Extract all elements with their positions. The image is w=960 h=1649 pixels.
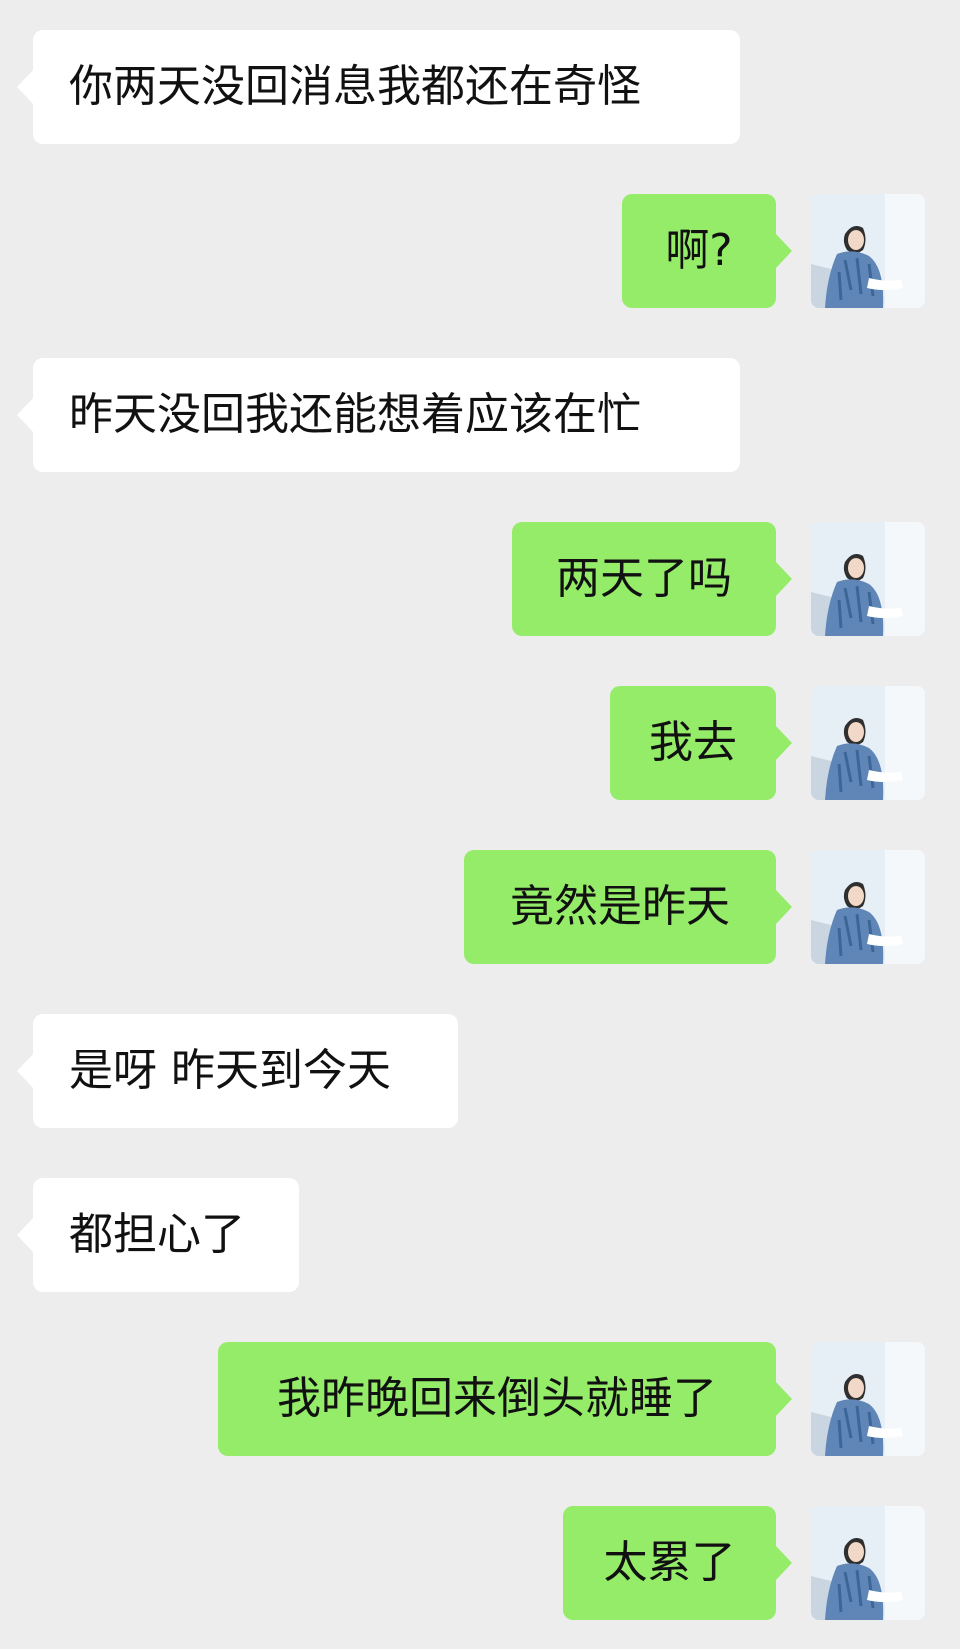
avatar[interactable] <box>811 686 925 800</box>
outgoing-message-bubble[interactable]: 我去 <box>610 686 792 800</box>
message-text: 是呀 昨天到今天 <box>69 1045 391 1096</box>
user-avatar-icon <box>811 1342 925 1456</box>
bubble-tail <box>775 1381 792 1417</box>
message-text: 我昨晚回来倒头就睡了 <box>277 1373 717 1424</box>
bubble-tail <box>17 397 34 433</box>
incoming-message-bubble[interactable]: 昨天没回我还能想着应该在忙 <box>17 358 740 472</box>
bubble-tail <box>17 69 34 105</box>
outgoing-message-bubble[interactable]: 我昨晚回来倒头就睡了 <box>218 1342 792 1456</box>
bubble-tail <box>17 1217 34 1253</box>
user-avatar-icon <box>811 850 925 964</box>
outgoing-message-bubble[interactable]: 两天了吗 <box>512 522 792 636</box>
user-avatar-icon <box>811 686 925 800</box>
message-text: 我去 <box>649 717 737 768</box>
bubble-tail <box>775 889 792 925</box>
user-avatar-icon <box>811 522 925 636</box>
avatar[interactable] <box>811 522 925 636</box>
avatar[interactable] <box>811 1342 925 1456</box>
user-avatar-icon <box>811 194 925 308</box>
chat-message-list[interactable]: 你两天没回消息我都还在奇怪 啊? 昨天没回我还能想着应该在忙 两天了吗 我去 竟… <box>0 0 960 1649</box>
bubble-tail <box>775 1545 792 1581</box>
outgoing-message-bubble[interactable]: 太累了 <box>563 1506 792 1620</box>
user-avatar-icon <box>811 1506 925 1620</box>
bubble-tail <box>775 561 792 597</box>
message-text: 昨天没回我还能想着应该在忙 <box>69 389 641 440</box>
incoming-message-bubble[interactable]: 是呀 昨天到今天 <box>17 1014 458 1128</box>
bubble-tail <box>17 1053 34 1089</box>
outgoing-message-bubble[interactable]: 竟然是昨天 <box>464 850 792 964</box>
message-text: 你两天没回消息我都还在奇怪 <box>69 61 641 112</box>
message-text: 啊? <box>665 225 733 276</box>
incoming-message-bubble[interactable]: 你两天没回消息我都还在奇怪 <box>17 30 740 144</box>
avatar[interactable] <box>811 850 925 964</box>
incoming-message-bubble[interactable]: 都担心了 <box>17 1178 299 1292</box>
avatar[interactable] <box>811 1506 925 1620</box>
message-text: 都担心了 <box>69 1209 245 1260</box>
avatar[interactable] <box>811 194 925 308</box>
outgoing-message-bubble[interactable]: 啊? <box>622 194 792 308</box>
message-text: 竟然是昨天 <box>510 881 730 932</box>
bubble-tail <box>775 725 792 761</box>
bubble-tail <box>775 233 792 269</box>
message-text: 太累了 <box>603 1537 736 1588</box>
message-text: 两天了吗 <box>556 553 732 604</box>
